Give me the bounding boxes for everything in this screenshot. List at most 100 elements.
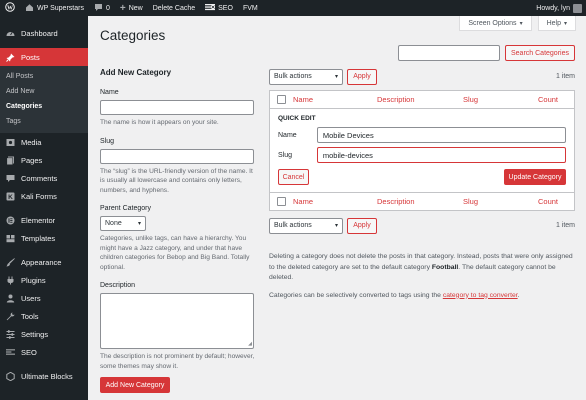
submenu-item-categories[interactable]: Categories (0, 99, 88, 114)
category-description-textarea[interactable]: ◢ (100, 293, 254, 350)
quick-edit-name-input[interactable]: Mobile Devices (316, 127, 566, 143)
quick-edit-slug-input[interactable]: mobile-devices (316, 147, 566, 163)
seo-link[interactable]: SEO (200, 0, 238, 16)
category-name-input[interactable] (100, 100, 254, 115)
update-category-button[interactable]: Update Category (504, 169, 566, 185)
delete-cache-link[interactable]: Delete Cache (148, 0, 200, 16)
sidebar-item-settings[interactable]: Settings (0, 325, 88, 343)
apply-button[interactable]: Apply (347, 68, 377, 85)
table-header-row: Name Description Slug Count (270, 91, 574, 109)
column-header-count[interactable]: Count (538, 95, 558, 104)
sidebar-item-posts[interactable]: Posts (0, 48, 88, 66)
site-name-link[interactable]: WP Superstars (20, 0, 89, 16)
comments-link[interactable]: 0 (89, 0, 115, 16)
category-to-tag-converter-link[interactable]: category to tag converter (443, 292, 518, 299)
category-slug-input[interactable] (100, 148, 254, 164)
parent-category-select[interactable]: None ▾ (100, 216, 146, 232)
name-field-group: Name The name is how it appears on your … (100, 89, 258, 128)
brush-icon (6, 257, 15, 267)
add-new-category-button[interactable]: Add New Category (100, 377, 170, 394)
sidebar-item-label: Settings (21, 329, 49, 339)
users-icon (6, 294, 15, 303)
parent-field-group: Parent Category None ▾ Categories, unlik… (100, 205, 258, 272)
new-content-link[interactable]: + New (115, 0, 148, 16)
sidebar-item-appearance[interactable]: Appearance (0, 253, 88, 271)
sidebar-item-label: Posts (21, 52, 40, 62)
screen-options-label: Screen Options (468, 19, 517, 27)
add-category-heading: Add New Category (100, 68, 172, 77)
description-label: Description (100, 282, 136, 290)
column-footer-count[interactable]: Count (538, 197, 558, 206)
column-footer-description[interactable]: Description (377, 197, 415, 206)
sidebar-item-label: Plugins (21, 275, 46, 285)
item-count: 1 item (555, 73, 575, 80)
tools-icon (6, 312, 15, 321)
submenu-item-add-new[interactable]: Add New (0, 84, 88, 99)
sidebar-item-media[interactable]: Media (0, 133, 88, 151)
table-footer-row: Name Description Slug Count (270, 193, 574, 211)
sidebar-item-elementor[interactable]: Elementor (0, 211, 88, 229)
parent-description: Categories, unlike tags, can have a hier… (100, 235, 250, 271)
select-all-checkbox-footer[interactable] (277, 197, 286, 206)
sidebar-item-kali-forms[interactable]: K Kali Forms (0, 187, 88, 205)
chevron-down-icon: ▾ (334, 223, 338, 229)
chevron-down-icon: ▾ (563, 20, 567, 27)
apply-button-bottom[interactable]: Apply (347, 217, 377, 234)
column-footer-slug[interactable]: Slug (463, 197, 478, 206)
bulk-actions-select[interactable]: Bulk actions ▾ (269, 68, 343, 85)
quick-edit-name-label: Name (278, 131, 297, 139)
table-header: Name Description Slug Count (270, 91, 574, 109)
sidebar-item-plugins[interactable]: Plugins (0, 271, 88, 289)
sidebar-item-dashboard[interactable]: Dashboard (0, 24, 88, 42)
parent-category-value: None (105, 220, 122, 228)
tablenav-top: Bulk actions ▾ Apply 1 item (269, 68, 575, 85)
bulk-actions-select-bottom[interactable]: Bulk actions ▾ (269, 217, 343, 234)
sidebar-item-users[interactable]: Users (0, 289, 88, 307)
sidebar-item-seo[interactable]: SEO (0, 343, 88, 361)
sidebar-item-ultimate-blocks[interactable]: Ultimate Blocks (0, 367, 88, 385)
sidebar-item-tools[interactable]: Tools (0, 307, 88, 325)
settings-icon (6, 329, 15, 339)
select-all-checkbox[interactable] (277, 95, 286, 104)
help-button[interactable]: Help ▾ (537, 16, 576, 31)
column-header-description[interactable]: Description (377, 95, 415, 104)
site-name: WP Superstars (37, 4, 84, 12)
search-categories-button[interactable]: Search Categories (505, 45, 575, 61)
admin-bar: W WP Superstars 0 + New Delete Cache SEO… (0, 0, 586, 16)
sidebar-item-templates[interactable]: Templates (0, 229, 88, 247)
screen-options-button[interactable]: Screen Options ▾ (459, 16, 532, 31)
sidebar-item-comments[interactable]: Comments (0, 169, 88, 187)
resize-handle-icon[interactable]: ◢ (248, 341, 252, 347)
categories-list: Bulk actions ▾ Apply 1 item Name Descrip… (269, 68, 575, 299)
elementor-icon (6, 216, 15, 225)
add-category-form: Add New Category Name The name is how it… (100, 68, 258, 394)
wordpress-logo-button[interactable]: W (0, 0, 20, 16)
seo-icon (6, 348, 15, 357)
screen-meta-links: Screen Options ▾ Help ▾ (459, 16, 576, 31)
submenu-item-all-posts[interactable]: All Posts (0, 69, 88, 84)
column-footer-name[interactable]: Name (293, 197, 313, 206)
slug-label: Slug (100, 137, 115, 145)
submenu-item-tags[interactable]: Tags (0, 114, 88, 129)
posts-submenu: All Posts Add New Categories Tags (0, 66, 88, 133)
fvm-link[interactable]: FVM (238, 0, 263, 16)
my-account-link[interactable]: Howdy, lyn (536, 3, 586, 13)
sidebar-item-label: Kali Forms (21, 191, 57, 201)
seo-label: SEO (218, 4, 233, 12)
quick-edit-slug-row: Slug mobile-devices (278, 147, 566, 163)
wordpress-icon: W (5, 2, 15, 14)
pages-icon (6, 156, 15, 165)
plugins-icon (6, 276, 15, 285)
column-header-slug[interactable]: Slug (463, 95, 478, 104)
cancel-button[interactable]: Cancel (278, 169, 309, 185)
svg-text:K: K (8, 194, 13, 201)
fvm-label: FVM (242, 4, 258, 12)
column-header-name[interactable]: Name (293, 95, 313, 104)
sidebar-item-label: Comments (21, 173, 58, 183)
quick-edit-slug-label: Slug (278, 151, 293, 159)
chevron-down-icon: ▾ (519, 20, 523, 27)
chevron-down-icon: ▾ (137, 221, 141, 228)
sidebar-item-pages[interactable]: Pages (0, 151, 88, 169)
comments-icon (6, 174, 15, 183)
search-categories-input[interactable] (398, 45, 500, 61)
